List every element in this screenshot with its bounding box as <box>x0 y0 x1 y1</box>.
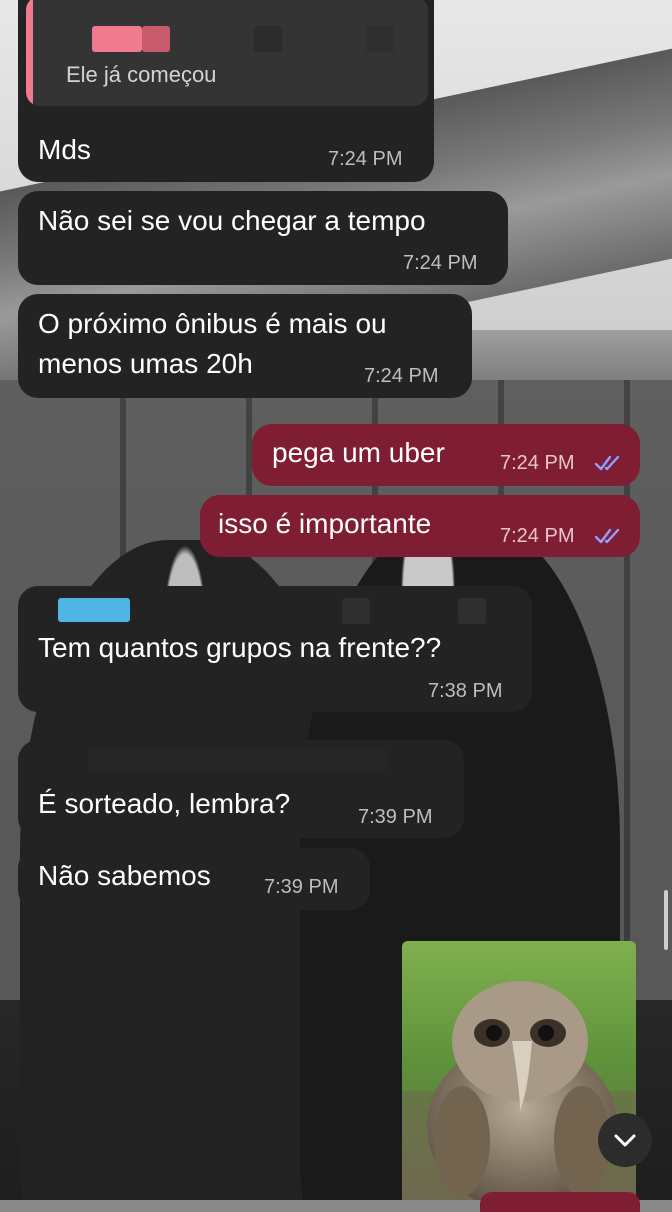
message-text: Não sei se vou chegar a tempo <box>38 205 426 236</box>
owl-photo <box>402 941 636 1200</box>
message-time: 7:24 PM <box>403 252 478 274</box>
message-text-line: O próximo ônibus é mais ou <box>38 308 387 339</box>
message-time: 7:39 PM <box>264 876 339 898</box>
message-time: 7:24 PM <box>500 452 575 474</box>
message-time: 7:24 PM <box>364 365 439 387</box>
message-text: É sorteado, lembra? <box>38 788 291 819</box>
message-bubble-incoming[interactable]: O próximo ônibus é mais ou menos umas 20… <box>18 294 472 398</box>
message-time: 7:24 PM <box>500 525 575 547</box>
redacted-text <box>342 598 370 624</box>
message-text: pega um uber <box>272 437 445 468</box>
message-bubble-incoming[interactable]: Não sei se vou chegar a tempo 7:24 PM <box>18 191 508 285</box>
message-bubble-outgoing[interactable]: isso é importante 7:24 PM <box>200 495 640 557</box>
redacted-sender-name <box>92 26 142 52</box>
reply-preview[interactable]: Ele já começou <box>26 0 428 106</box>
redacted-text <box>254 26 282 52</box>
message-time: 7:24 PM <box>328 148 403 170</box>
message-text: Mds <box>38 134 91 165</box>
scroll-indicator[interactable] <box>664 890 668 950</box>
chevron-down-icon <box>614 1134 636 1147</box>
double-check-icon <box>594 455 620 471</box>
message-time: 7:38 PM <box>428 680 503 702</box>
message-bubble-incoming[interactable]: É sorteado, lembra? 7:39 PM <box>18 740 464 838</box>
message-bubble-outgoing[interactable]: pega um uber 7:24 PM <box>252 424 640 486</box>
message-bubble-incoming[interactable]: Ele já começou Mds 7:24 PM <box>18 0 434 182</box>
message-bubble-incoming[interactable]: Não sabemos 7:39 PM <box>18 848 370 910</box>
redacted-sender-name <box>58 598 130 622</box>
redacted-sender-name <box>142 26 170 52</box>
redacted-sender-name <box>88 750 388 770</box>
message-time: 7:39 PM <box>358 806 433 828</box>
message-text: Tem quantos grupos na frente?? <box>38 632 442 663</box>
double-check-icon <box>594 528 620 544</box>
message-text-line: menos umas 20h <box>38 348 253 379</box>
message-text: Não sabemos <box>38 860 211 891</box>
image-attachment[interactable] <box>402 941 636 1200</box>
reply-preview-bar <box>26 0 33 106</box>
message-text: isso é importante <box>218 508 432 539</box>
scroll-to-bottom-button[interactable] <box>598 1113 652 1167</box>
reply-preview-text: Ele já começou <box>66 62 217 87</box>
message-bubble-incoming[interactable]: Tem quantos grupos na frente?? 7:38 PM <box>18 586 532 712</box>
redacted-text <box>366 26 394 52</box>
redacted-text <box>458 598 486 624</box>
message-bubble-outgoing[interactable] <box>480 1192 640 1212</box>
